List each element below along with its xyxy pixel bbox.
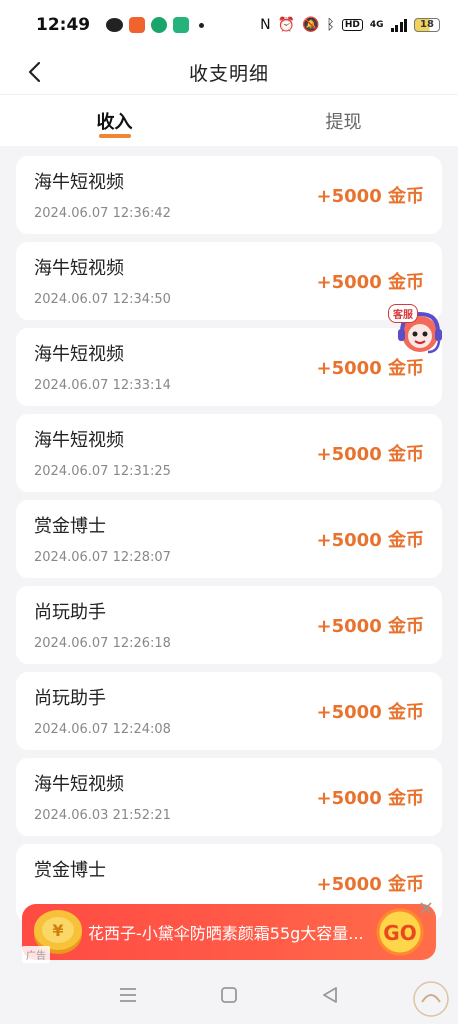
record-time: 2024.06.07 12:26:18 bbox=[34, 636, 171, 651]
customer-service-button[interactable]: 客服 bbox=[386, 302, 448, 360]
back-nav-button[interactable] bbox=[315, 980, 345, 1010]
top-app-bar: 收支明细 bbox=[0, 50, 458, 94]
page-title: 收支明细 bbox=[188, 62, 269, 85]
mute-icon: 🔕 bbox=[301, 17, 320, 33]
app-notification-icon bbox=[129, 17, 146, 33]
ad-text: 花西子-小黛伞防晒素颜霜55g大容量... bbox=[88, 924, 364, 943]
ad-cta: GO bbox=[383, 921, 416, 945]
record-source: 海牛短视频 bbox=[34, 430, 124, 451]
watermark-logo-icon bbox=[413, 981, 449, 1017]
tab-income[interactable]: 收入 bbox=[0, 95, 229, 146]
nfc-icon: N bbox=[260, 17, 271, 33]
record-amount: +5000 金币 bbox=[316, 186, 424, 207]
record-amount: +5000 金币 bbox=[316, 530, 424, 551]
record-source: 赏金博士 bbox=[34, 860, 106, 881]
tab-label: 收入 bbox=[96, 111, 133, 133]
svg-text:¥: ¥ bbox=[52, 921, 63, 940]
record-source: 尚玩助手 bbox=[34, 688, 106, 709]
list-item: 海牛短视频 2024.06.07 12:36:42 +5000 金币 bbox=[16, 156, 442, 234]
chevron-left-icon bbox=[28, 61, 41, 83]
ad-tag: 广告 bbox=[22, 946, 50, 963]
record-time: 2024.06.03 21:52:21 bbox=[34, 808, 171, 823]
record-source: 海牛短视频 bbox=[34, 172, 124, 193]
customer-service-label: 客服 bbox=[388, 304, 418, 323]
active-tab-indicator bbox=[98, 134, 131, 138]
record-source: 海牛短视频 bbox=[34, 344, 124, 365]
record-source: 海牛短视频 bbox=[34, 774, 124, 795]
home-square-icon bbox=[221, 987, 237, 1003]
bluetooth-icon: ᛒ bbox=[326, 17, 335, 33]
record-amount: +5000 金币 bbox=[316, 702, 424, 723]
list-item: 尚玩助手 2024.06.07 12:26:18 +5000 金币 bbox=[16, 586, 442, 664]
menu-nav-button[interactable] bbox=[113, 980, 143, 1010]
record-amount: +5000 金币 bbox=[316, 874, 424, 895]
tab-withdraw[interactable]: 提现 bbox=[229, 95, 458, 146]
app-notification-icon bbox=[173, 17, 190, 33]
tab-bar: 收入 提现 bbox=[0, 94, 458, 146]
app-notification-icon bbox=[151, 17, 168, 33]
record-amount: +5000 金币 bbox=[316, 616, 424, 637]
notification-icons bbox=[106, 17, 205, 33]
record-time: 2024.06.07 12:34:50 bbox=[34, 292, 171, 307]
tab-label: 提现 bbox=[325, 111, 362, 133]
signal-icon bbox=[390, 18, 407, 32]
record-list: 海牛短视频 2024.06.07 12:36:42 +5000 金币 海牛短视频… bbox=[16, 156, 442, 930]
record-amount: +5000 金币 bbox=[316, 444, 424, 465]
record-source: 尚玩助手 bbox=[34, 602, 106, 623]
record-time: 2024.06.07 12:33:14 bbox=[34, 378, 171, 393]
record-amount: +5000 金币 bbox=[316, 272, 424, 293]
close-icon[interactable] bbox=[418, 900, 434, 916]
record-source: 赏金博士 bbox=[34, 516, 106, 537]
wechat-icon bbox=[106, 18, 124, 32]
record-amount: +5000 金币 bbox=[316, 788, 424, 809]
list-item: 海牛短视频 2024.06.03 21:52:21 +5000 金币 bbox=[16, 758, 442, 836]
ad-banner[interactable]: ¥ 花西子-小黛伞防晒素颜霜55g大容量... GO bbox=[22, 904, 436, 960]
network-type: 4G bbox=[369, 20, 384, 30]
list-item: 海牛短视频 2024.06.07 12:33:14 +5000 金币 bbox=[16, 328, 442, 406]
record-time: 2024.06.07 12:28:07 bbox=[34, 550, 171, 565]
more-notifications-icon bbox=[199, 22, 205, 28]
back-button[interactable] bbox=[16, 54, 52, 90]
record-time: 2024.06.07 12:31:25 bbox=[34, 464, 171, 479]
menu-icon bbox=[120, 988, 137, 1002]
list-item: 尚玩助手 2024.06.07 12:24:08 +5000 金币 bbox=[16, 672, 442, 750]
home-nav-button[interactable] bbox=[214, 980, 244, 1010]
battery-icon: 18 bbox=[414, 18, 440, 32]
status-bar: 12:49 N ⏰ 🔕 ᛒ HD 4G 18 bbox=[0, 0, 458, 50]
list-item: 赏金博士 2024.06.07 12:28:07 +5000 金币 bbox=[16, 500, 442, 578]
triangle-back-icon bbox=[322, 987, 337, 1003]
system-navigation-bar bbox=[0, 966, 458, 1024]
hd-icon: HD bbox=[341, 19, 363, 31]
list-item: 海牛短视频 2024.06.07 12:31:25 +5000 金币 bbox=[16, 414, 442, 492]
list-item: 海牛短视频 2024.06.07 12:34:50 +5000 金币 bbox=[16, 242, 442, 320]
system-icons: N ⏰ 🔕 ᛒ HD 4G 18 bbox=[260, 17, 440, 33]
alarm-icon: ⏰ bbox=[277, 17, 295, 33]
record-time: 2024.06.07 12:36:42 bbox=[34, 206, 171, 221]
record-source: 海牛短视频 bbox=[34, 258, 124, 279]
record-time: 2024.06.07 12:24:08 bbox=[34, 722, 171, 737]
status-time: 12:49 bbox=[36, 15, 91, 35]
